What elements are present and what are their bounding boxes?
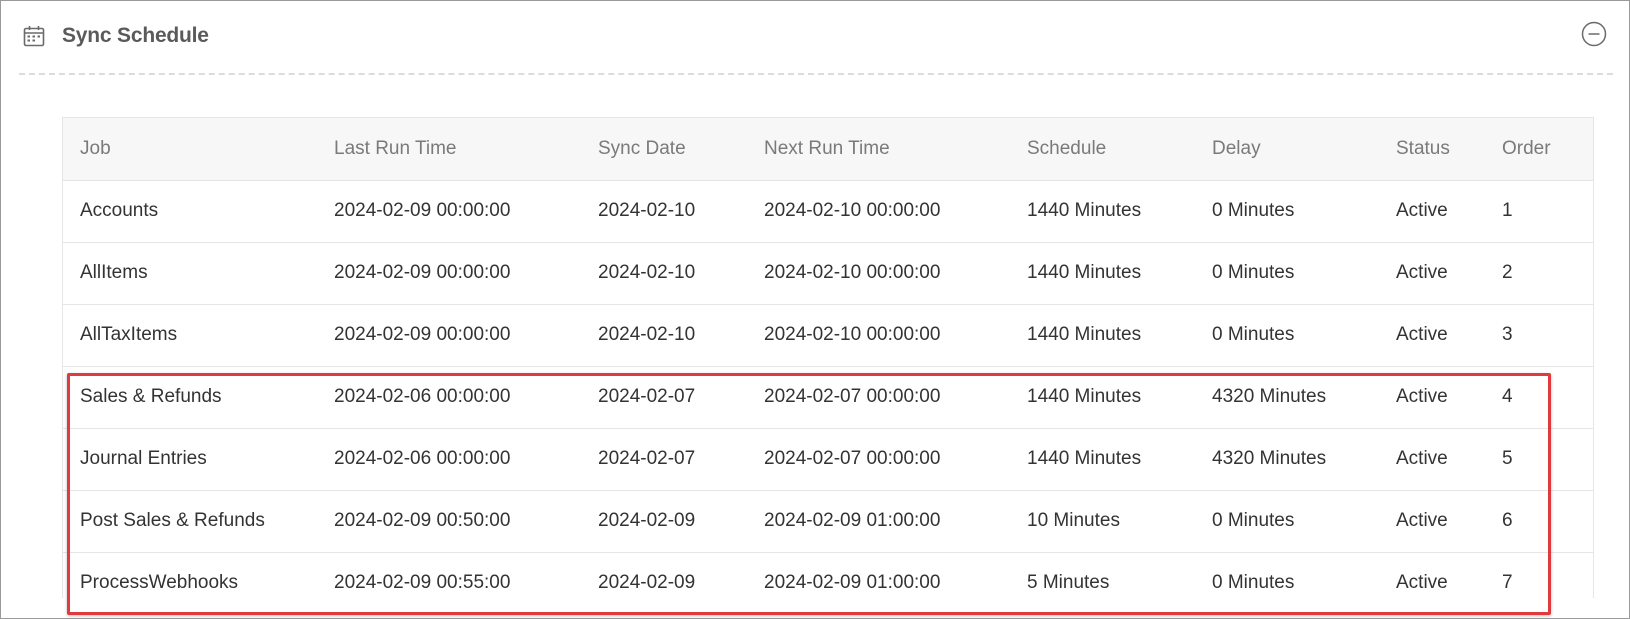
cell-next-run-time: 2024-02-09 01:00:00 xyxy=(747,552,1010,598)
cell-schedule: 1440 Minutes xyxy=(1010,366,1195,429)
table-row[interactable]: Journal Entries 2024-02-06 00:00:00 2024… xyxy=(63,428,1593,491)
cell-order: 1 xyxy=(1485,180,1593,243)
cell-sync-date: 2024-02-09 xyxy=(581,490,747,553)
cell-status: Active xyxy=(1379,552,1485,598)
cell-order: 3 xyxy=(1485,304,1593,367)
table-row[interactable]: ProcessWebhooks 2024-02-09 00:55:00 2024… xyxy=(63,552,1593,598)
cell-job: Sales & Refunds xyxy=(63,366,317,429)
cell-next-run-time: 2024-02-07 00:00:00 xyxy=(747,428,1010,491)
header-divider xyxy=(19,73,1613,75)
cell-last-run-time: 2024-02-09 00:55:00 xyxy=(317,552,581,598)
cell-delay: 0 Minutes xyxy=(1195,552,1379,598)
table-row[interactable]: Accounts 2024-02-09 00:00:00 2024-02-10 … xyxy=(63,180,1593,243)
cell-delay: 0 Minutes xyxy=(1195,304,1379,367)
calendar-icon xyxy=(23,26,45,47)
cell-schedule: 5 Minutes xyxy=(1010,552,1195,598)
column-header-sync-date[interactable]: Sync Date xyxy=(581,118,747,181)
cell-order: 5 xyxy=(1485,428,1593,491)
cell-sync-date: 2024-02-09 xyxy=(581,552,747,598)
cell-job: ProcessWebhooks xyxy=(63,552,317,598)
cell-delay: 0 Minutes xyxy=(1195,490,1379,553)
cell-next-run-time: 2024-02-10 00:00:00 xyxy=(747,304,1010,367)
cell-order: 4 xyxy=(1485,366,1593,429)
column-header-delay[interactable]: Delay xyxy=(1195,118,1379,181)
table-row[interactable]: AllItems 2024-02-09 00:00:00 2024-02-10 … xyxy=(63,242,1593,305)
cell-job: Post Sales & Refunds xyxy=(63,490,317,553)
cell-delay: 4320 Minutes xyxy=(1195,428,1379,491)
cell-last-run-time: 2024-02-06 00:00:00 xyxy=(317,428,581,491)
sync-schedule-table-container: Job Last Run Time Sync Date Next Run Tim… xyxy=(62,117,1594,598)
cell-job: Journal Entries xyxy=(63,428,317,491)
cell-sync-date: 2024-02-07 xyxy=(581,428,747,491)
panel-header: Sync Schedule xyxy=(23,21,209,51)
table-row[interactable]: AllTaxItems 2024-02-09 00:00:00 2024-02-… xyxy=(63,304,1593,367)
cell-next-run-time: 2024-02-07 00:00:00 xyxy=(747,366,1010,429)
cell-next-run-time: 2024-02-10 00:00:00 xyxy=(747,180,1010,243)
cell-schedule: 1440 Minutes xyxy=(1010,304,1195,367)
sync-schedule-table: Job Last Run Time Sync Date Next Run Tim… xyxy=(63,118,1593,598)
cell-last-run-time: 2024-02-09 00:50:00 xyxy=(317,490,581,553)
cell-sync-date: 2024-02-07 xyxy=(581,366,747,429)
cell-status: Active xyxy=(1379,490,1485,553)
column-header-schedule[interactable]: Schedule xyxy=(1010,118,1195,181)
cell-delay: 0 Minutes xyxy=(1195,242,1379,305)
cell-job: AllTaxItems xyxy=(63,304,317,367)
column-header-status[interactable]: Status xyxy=(1379,118,1485,181)
cell-status: Active xyxy=(1379,304,1485,367)
column-header-next-run-time[interactable]: Next Run Time xyxy=(747,118,1010,181)
cell-last-run-time: 2024-02-09 00:00:00 xyxy=(317,180,581,243)
cell-status: Active xyxy=(1379,242,1485,305)
table-header-row: Job Last Run Time Sync Date Next Run Tim… xyxy=(63,118,1593,181)
cell-next-run-time: 2024-02-10 00:00:00 xyxy=(747,242,1010,305)
cell-delay: 4320 Minutes xyxy=(1195,366,1379,429)
cell-schedule: 10 Minutes xyxy=(1010,490,1195,553)
column-header-order[interactable]: Order xyxy=(1485,118,1593,181)
sync-schedule-panel: Sync Schedule Job Last Run Time Sync Dat… xyxy=(0,0,1630,619)
cell-status: Active xyxy=(1379,428,1485,491)
column-header-last-run-time[interactable]: Last Run Time xyxy=(317,118,581,181)
cell-last-run-time: 2024-02-09 00:00:00 xyxy=(317,304,581,367)
minus-circle-icon[interactable] xyxy=(1581,21,1607,47)
table-row[interactable]: Sales & Refunds 2024-02-06 00:00:00 2024… xyxy=(63,366,1593,429)
cell-schedule: 1440 Minutes xyxy=(1010,428,1195,491)
panel-title: Sync Schedule xyxy=(62,24,209,47)
cell-order: 7 xyxy=(1485,552,1593,598)
cell-job: AllItems xyxy=(63,242,317,305)
cell-status: Active xyxy=(1379,180,1485,243)
cell-sync-date: 2024-02-10 xyxy=(581,304,747,367)
cell-sync-date: 2024-02-10 xyxy=(581,242,747,305)
cell-job: Accounts xyxy=(63,180,317,243)
cell-sync-date: 2024-02-10 xyxy=(581,180,747,243)
cell-delay: 0 Minutes xyxy=(1195,180,1379,243)
cell-order: 6 xyxy=(1485,490,1593,553)
cell-status: Active xyxy=(1379,366,1485,429)
cell-last-run-time: 2024-02-09 00:00:00 xyxy=(317,242,581,305)
table-row[interactable]: Post Sales & Refunds 2024-02-09 00:50:00… xyxy=(63,490,1593,553)
cell-order: 2 xyxy=(1485,242,1593,305)
cell-last-run-time: 2024-02-06 00:00:00 xyxy=(317,366,581,429)
cell-schedule: 1440 Minutes xyxy=(1010,242,1195,305)
cell-next-run-time: 2024-02-09 01:00:00 xyxy=(747,490,1010,553)
column-header-job[interactable]: Job xyxy=(63,118,317,181)
cell-schedule: 1440 Minutes xyxy=(1010,180,1195,243)
